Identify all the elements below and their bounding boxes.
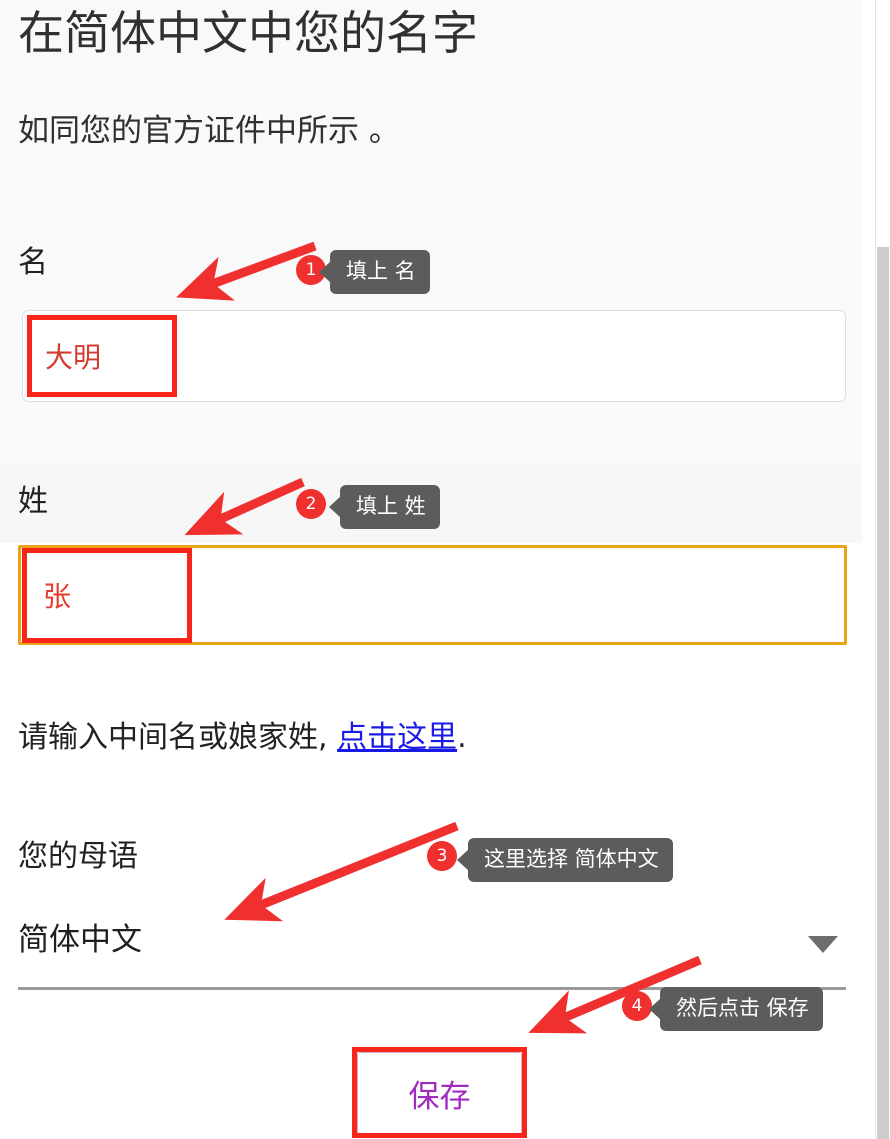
- middle-name-hint: 请输入中间名或娘家姓, 点击这里.: [18, 712, 467, 756]
- scrollbar-thumb[interactable]: [877, 247, 889, 1139]
- last-name-band: [0, 465, 862, 543]
- chevron-down-icon: [808, 936, 838, 953]
- page-title: 在简体中文中您的名字: [18, 6, 478, 60]
- vertical-scrollbar[interactable]: [875, 0, 890, 1139]
- page-root: 在简体中文中您的名字 如同您的官方证件中所示 。 名 姓 请输入中间名或娘家姓,…: [0, 0, 890, 1139]
- middle-name-link[interactable]: 点击这里: [337, 720, 457, 755]
- hint-text-after: .: [457, 720, 467, 755]
- last-name-label: 姓: [18, 484, 48, 519]
- first-name-label: 名: [18, 245, 48, 280]
- save-button[interactable]: 保存: [357, 1052, 522, 1134]
- page-subtitle: 如同您的官方证件中所示 。: [18, 113, 400, 149]
- hint-text-before: 请输入中间名或娘家姓,: [18, 720, 338, 755]
- language-selected-value: 简体中文: [18, 922, 142, 958]
- form-content: 在简体中文中您的名字 如同您的官方证件中所示 。 名 姓 请输入中间名或娘家姓,…: [0, 0, 862, 1139]
- first-name-input[interactable]: [22, 310, 846, 402]
- language-label: 您的母语: [18, 839, 138, 874]
- last-name-input[interactable]: [18, 545, 847, 645]
- language-select[interactable]: 简体中文: [18, 912, 846, 990]
